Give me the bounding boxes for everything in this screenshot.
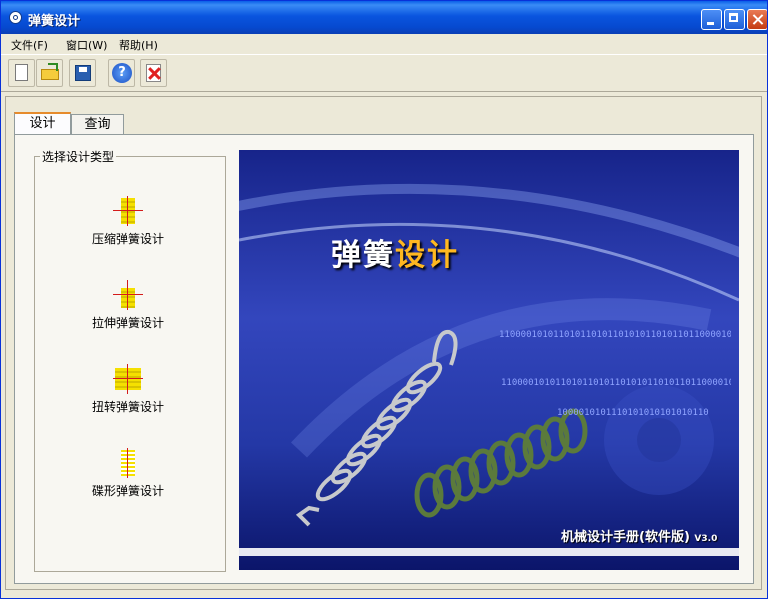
compression-spring-label: 压缩弹簧设计 <box>91 232 164 246</box>
disc-spring-icon <box>113 448 143 478</box>
help-icon: ? <box>112 63 132 83</box>
torsion-spring-option[interactable]: 扭转弹簧设计 <box>80 364 176 415</box>
save-button[interactable] <box>69 59 96 87</box>
binary-text-1: 1100001010110101101011010101101011011000… <box>499 330 731 340</box>
torsion-spring-label: 扭转弹簧设计 <box>91 400 164 414</box>
tab-query[interactable]: 查询 <box>71 114 124 135</box>
spring-design-banner: 弹簧设计 11000010101101011010110101011010110… <box>239 150 739 570</box>
title-bar[interactable]: 弹簧设计 <box>1 1 767 34</box>
tab-design[interactable]: 设计 <box>14 112 71 135</box>
minimize-button[interactable] <box>701 9 722 30</box>
banner-footer-text: 机械设计手册(软件版) <box>561 530 690 545</box>
torsion-spring-icon <box>113 364 143 394</box>
binary-text-2: 1100001010110101101011010101101011011000… <box>501 378 731 388</box>
menu-bar: 文件(F) 窗口(W) 帮助(H) <box>1 34 767 55</box>
window-title: 弹簧设计 <box>28 14 81 29</box>
disc-spring-label: 碟形弹簧设计 <box>91 484 164 498</box>
menu-help[interactable]: 帮助(H) <box>119 37 158 53</box>
toolbar: ? <box>1 55 767 92</box>
help-button[interactable]: ? <box>108 59 135 87</box>
menu-window[interactable]: 窗口(W) <box>66 37 107 53</box>
banner-graphic <box>239 150 739 570</box>
close-button[interactable] <box>747 9 767 30</box>
compression-spring-icon <box>113 196 143 226</box>
delete-button[interactable] <box>140 59 167 87</box>
new-document-button[interactable] <box>8 59 35 87</box>
banner-title: 弹簧设计 <box>331 230 459 274</box>
save-disk-icon <box>75 65 91 81</box>
extension-spring-label: 拉伸弹簧设计 <box>91 316 164 330</box>
new-document-icon <box>15 64 28 81</box>
banner-footer: 机械设计手册(软件版) V3.0 <box>561 526 717 545</box>
extension-spring-icon <box>113 280 143 310</box>
banner-version: V3.0 <box>694 534 718 544</box>
banner-title-left: 弹簧 <box>331 238 395 273</box>
open-button[interactable] <box>36 59 63 87</box>
open-arrow-icon <box>48 63 58 71</box>
binary-text-3: 1000010101110101010101010110 <box>557 408 709 418</box>
design-type-group-label: 选择设计类型 <box>40 148 117 165</box>
app-icon <box>9 11 22 24</box>
menu-file[interactable]: 文件(F) <box>11 37 48 53</box>
extension-spring-option[interactable]: 拉伸弹簧设计 <box>80 280 176 331</box>
disc-spring-option[interactable]: 碟形弹簧设计 <box>80 448 176 499</box>
banner-title-right: 设计 <box>395 238 459 273</box>
maximize-button[interactable] <box>724 9 745 30</box>
compression-spring-option[interactable]: 压缩弹簧设计 <box>80 196 176 247</box>
